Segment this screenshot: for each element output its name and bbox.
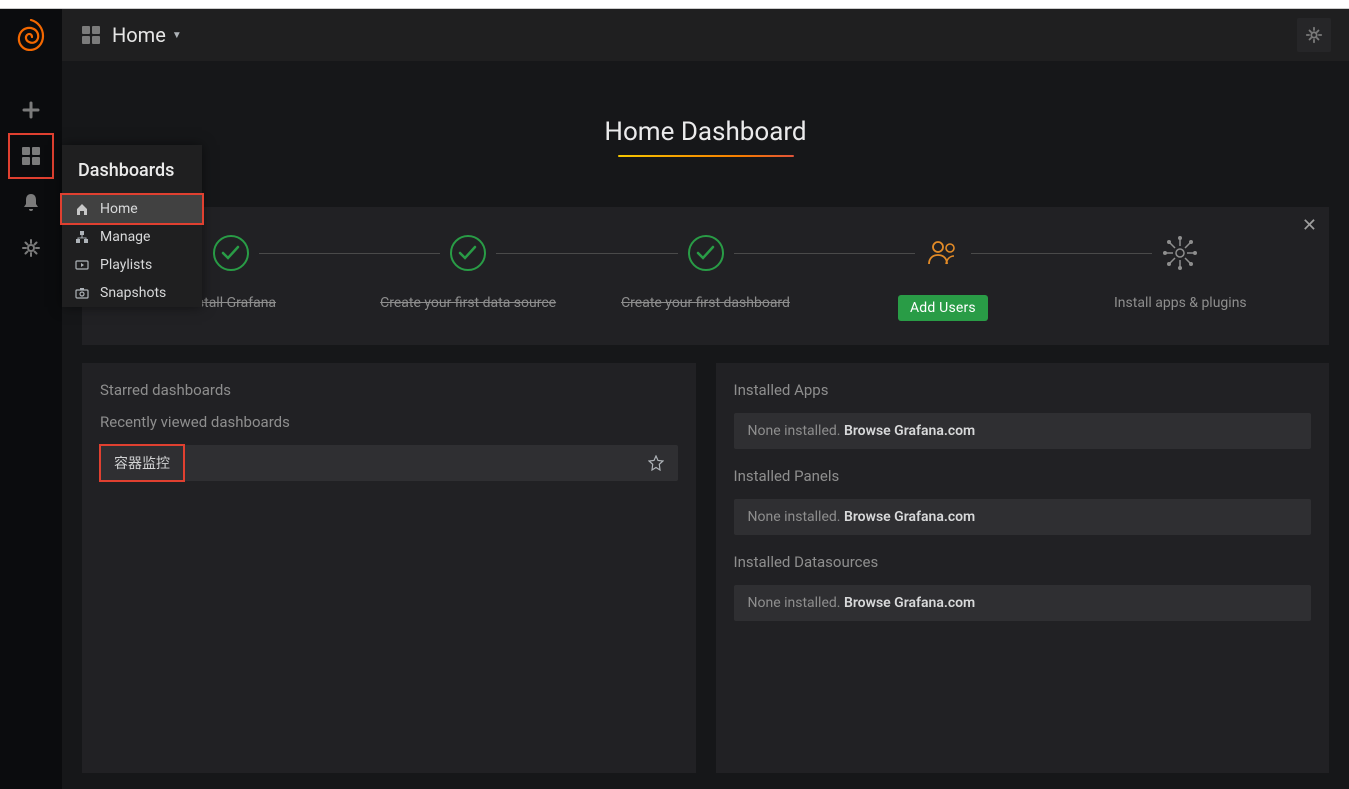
starred-dashboards-title: Starred dashboards: [100, 381, 678, 399]
sidebar-configuration[interactable]: [8, 225, 54, 271]
caret-down-icon: ▼: [172, 30, 182, 41]
flyout-item-label: Manage: [100, 229, 150, 245]
check-circle-icon: [686, 233, 726, 273]
flyout-item-label: Home: [100, 201, 138, 217]
installed-panel: Installed Apps None installed. Browse Gr…: [716, 363, 1330, 773]
installed-apps-none: None installed. Browse Grafana.com: [734, 413, 1312, 449]
bell-icon: [22, 192, 40, 212]
installed-datasources-none: None installed. Browse Grafana.com: [734, 585, 1312, 621]
star-outline-icon: [648, 455, 664, 471]
dashboard-item-name: 容器监控: [114, 453, 170, 473]
step-add-users[interactable]: Add Users: [824, 233, 1061, 321]
none-text: None installed.: [748, 595, 844, 611]
gear-icon: [1305, 26, 1323, 44]
check-circle-icon: [211, 233, 251, 273]
installed-apps-title: Installed Apps: [734, 381, 1312, 399]
flyout-item-label: Snapshots: [100, 285, 166, 301]
add-users-button[interactable]: Add Users: [898, 295, 988, 321]
main-area: Home ▼ Home Dashboard ✕ Install Grafana: [62, 9, 1349, 789]
none-text: None installed.: [748, 423, 844, 439]
home-icon: [74, 202, 90, 216]
star-dashboard-button[interactable]: [648, 455, 664, 471]
flyout-item-playlists[interactable]: Playlists: [62, 251, 202, 279]
sidebar-dashboards[interactable]: [8, 133, 54, 179]
plugins-icon: [1160, 233, 1200, 273]
sitemap-icon: [74, 230, 90, 244]
flyout-title: Dashboards: [62, 145, 202, 195]
plus-icon: [21, 100, 41, 120]
topbar: Home ▼: [62, 9, 1349, 61]
dashboard-grid-icon: [20, 145, 42, 167]
browse-grafana-link[interactable]: Browse Grafana.com: [844, 595, 975, 611]
sidebar-create[interactable]: [8, 87, 54, 133]
installed-panels-none: None installed. Browse Grafana.com: [734, 499, 1312, 535]
recent-dashboard-item[interactable]: 容器监控: [100, 445, 678, 481]
none-text: None installed.: [748, 509, 844, 525]
title-underline: [618, 155, 794, 157]
breadcrumb-title: Home: [112, 23, 166, 47]
browse-grafana-link[interactable]: Browse Grafana.com: [844, 509, 975, 525]
users-icon: [923, 233, 963, 273]
dashboard-settings-button[interactable]: [1297, 18, 1331, 52]
flyout-item-manage[interactable]: Manage: [62, 223, 202, 251]
page-title: Home Dashboard: [604, 117, 806, 153]
camera-icon: [74, 286, 90, 300]
left-sidebar: [0, 9, 62, 789]
flyout-item-home[interactable]: Home: [62, 195, 202, 223]
recent-dashboards-title: Recently viewed dashboards: [100, 413, 678, 431]
dashboards-panel: Starred dashboards Recently viewed dashb…: [82, 363, 696, 773]
step-label: Create your first dashboard: [621, 295, 790, 311]
step-create-datasource[interactable]: Create your first data source: [349, 233, 586, 321]
flyout-item-label: Playlists: [100, 257, 152, 273]
step-create-dashboard[interactable]: Create your first dashboard: [587, 233, 824, 321]
step-install-plugins[interactable]: Install apps & plugins: [1062, 233, 1299, 321]
browser-chrome-strip: [0, 0, 1349, 9]
grafana-logo-icon: [16, 19, 46, 51]
browse-grafana-link[interactable]: Browse Grafana.com: [844, 423, 975, 439]
getting-started-panel: ✕ Install Grafana Create your first data…: [82, 207, 1329, 345]
gear-icon: [21, 238, 41, 258]
step-label: Create your first data source: [380, 295, 556, 311]
sidebar-alerting[interactable]: [8, 179, 54, 225]
grafana-logo[interactable]: [13, 17, 49, 53]
check-circle-icon: [448, 233, 488, 273]
dashboards-flyout: Dashboards Home Manage Playlists Snapsho…: [62, 145, 202, 307]
close-getting-started-button[interactable]: ✕: [1302, 215, 1317, 236]
breadcrumb-dashboard-picker[interactable]: Home ▼: [112, 23, 182, 47]
installed-datasources-title: Installed Datasources: [734, 553, 1312, 571]
dashboard-grid-icon: [80, 24, 102, 46]
flyout-item-snapshots[interactable]: Snapshots: [62, 279, 202, 307]
installed-panels-title: Installed Panels: [734, 467, 1312, 485]
step-label: Install apps & plugins: [1114, 295, 1247, 311]
playlist-icon: [74, 258, 90, 272]
